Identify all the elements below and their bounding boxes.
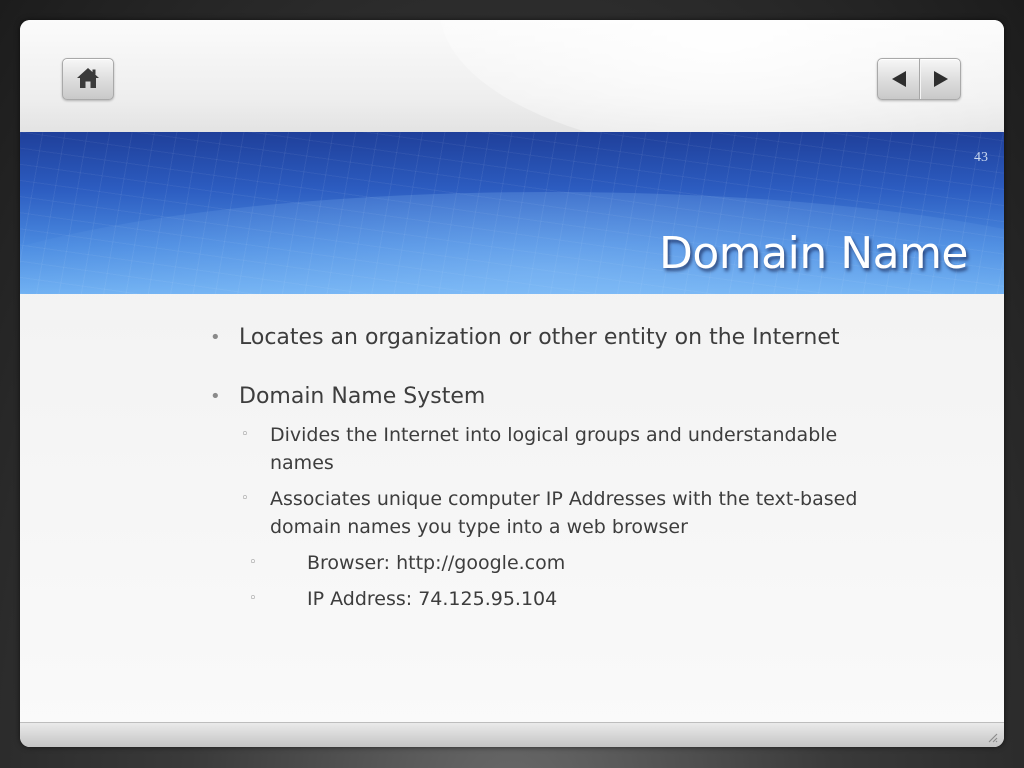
sub-bullet-line: names <box>270 452 334 474</box>
home-button[interactable] <box>62 58 114 100</box>
slide-bottom-bar <box>20 722 1004 747</box>
resize-grip-icon[interactable] <box>986 731 998 743</box>
slide-number: 43 <box>974 150 988 165</box>
bullet-dot-icon: • <box>210 327 221 348</box>
next-slide-button[interactable] <box>920 59 961 99</box>
title-band: 43 Domain Name <box>20 132 1004 294</box>
slide-top-bar <box>20 20 1004 132</box>
previous-slide-button[interactable] <box>878 59 920 99</box>
home-icon <box>77 68 99 88</box>
sub-bullet-item: ◦ Associates unique computer IP Addresse… <box>241 485 920 541</box>
bullet-ring-icon: ◦ <box>241 427 249 442</box>
bullet-item: • Locates an organization or other entit… <box>210 324 840 352</box>
sub-sub-bullet-text: IP Address: 74.125.95.104 <box>307 588 558 610</box>
sub-bullet-item: ◦ Divides the Internet into logical grou… <box>241 421 920 477</box>
bullet-dot-icon: • <box>210 386 221 407</box>
bullet-ring-icon: ◦ <box>249 555 257 570</box>
bullet-ring-icon: ◦ <box>249 591 257 606</box>
bullet-text: Locates an organization or other entity … <box>239 325 840 350</box>
bullet-text: Domain Name System <box>239 384 486 409</box>
sub-bullet-line: Associates unique computer IP Addresses … <box>270 488 858 510</box>
sub-bullet-line: domain names you type into a web browser <box>270 516 688 538</box>
slide: 43 Domain Name • Locates an organization… <box>20 20 1004 747</box>
sub-sub-bullet-text: Browser: http://google.com <box>307 552 566 574</box>
sub-sub-bullet-item: ◦ IP Address: 74.125.95.104 <box>249 585 558 613</box>
bullet-item: • Domain Name System <box>210 383 486 411</box>
prev-next-button-group <box>877 58 961 100</box>
triangle-left-icon <box>892 71 906 87</box>
triangle-right-icon <box>933 71 948 87</box>
bullet-ring-icon: ◦ <box>241 491 249 506</box>
sub-sub-bullet-item: ◦ Browser: http://google.com <box>249 549 566 577</box>
slide-title: Domain Name <box>658 228 969 279</box>
sub-bullet-line: Divides the Internet into logical groups… <box>270 424 838 446</box>
